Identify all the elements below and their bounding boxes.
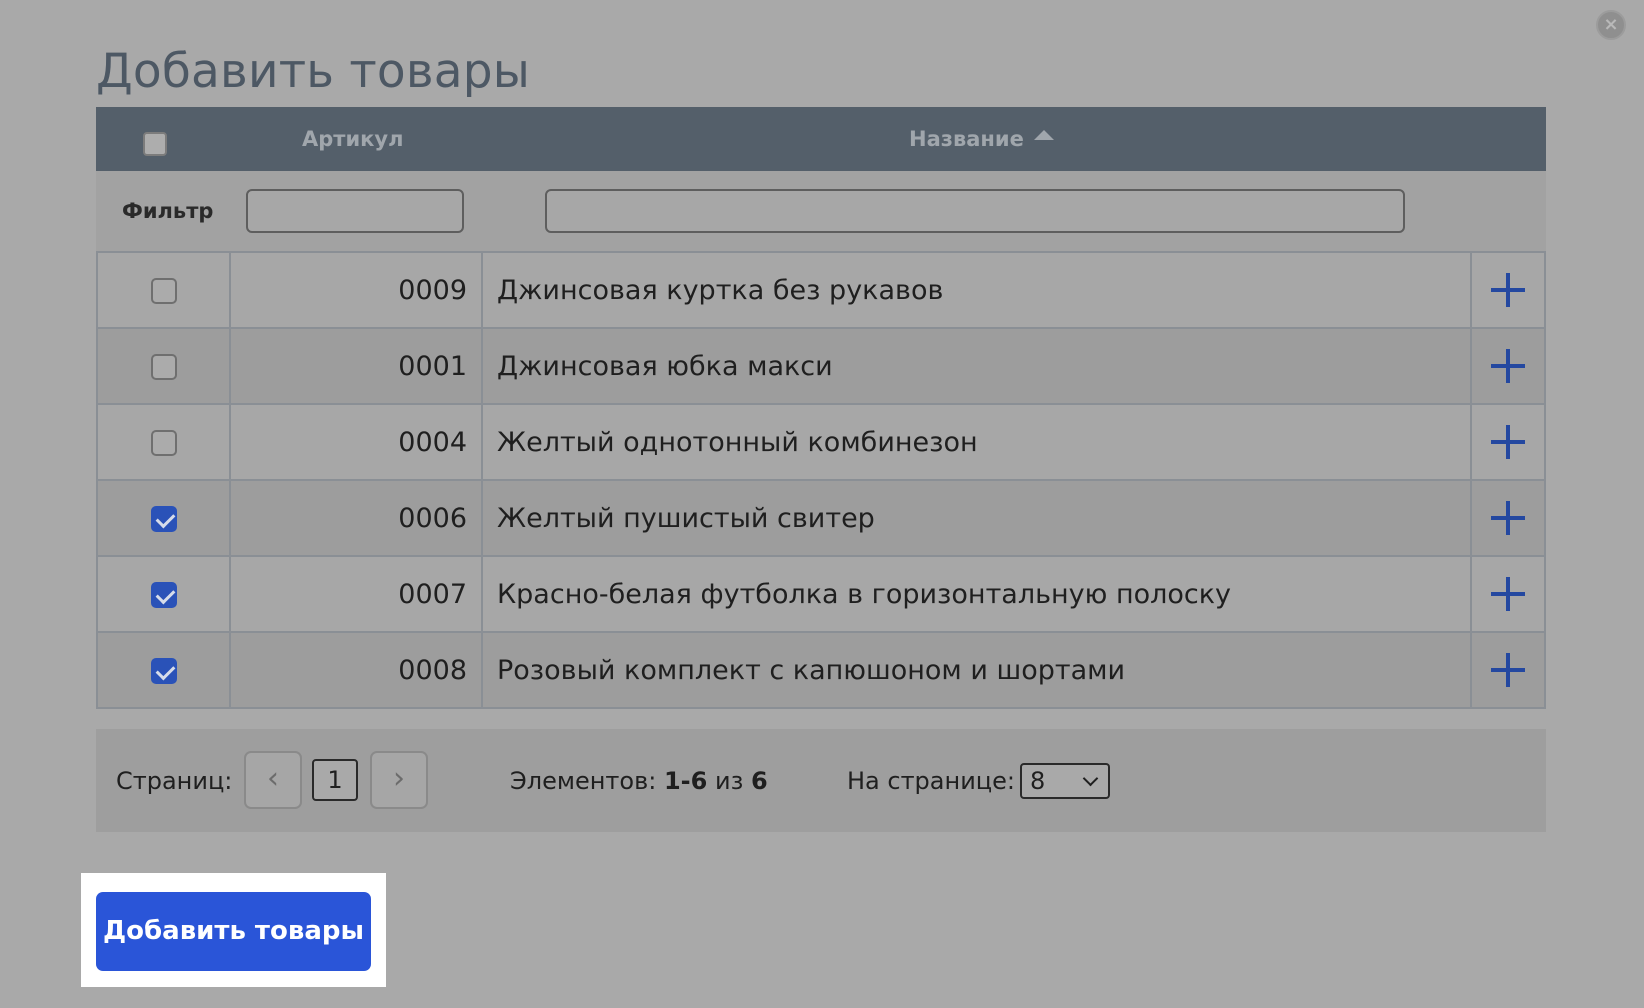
add-row-plus-icon[interactable] [1491, 273, 1525, 307]
per-page-value: 8 [1030, 767, 1046, 795]
chevron-left-icon[interactable]: ‹ [244, 751, 302, 809]
row-checkbox[interactable] [150, 582, 177, 608]
table-row: 0009 Джинсовая куртка без рукавов [96, 251, 1546, 329]
table-row: 0008 Розовый комплект с капюшоном и шорт… [96, 631, 1546, 709]
per-page-select[interactable]: 8 [1020, 763, 1110, 799]
filter-row: Фильтр [96, 171, 1546, 251]
items-total: 6 [750, 767, 768, 795]
filter-sku-input[interactable] [246, 189, 464, 233]
close-icon[interactable]: × [1596, 10, 1626, 40]
sku-cell: 0006 [229, 479, 483, 557]
filter-label: Фильтр [122, 199, 214, 223]
products-table: 0009 Джинсовая куртка без рукавов 0001 Д… [96, 251, 1546, 709]
add-row-plus-icon[interactable] [1491, 577, 1525, 611]
column-header-sku[interactable]: Артикул [302, 127, 404, 151]
table-row: 0007 Красно-белая футболка в горизонталь… [96, 555, 1546, 633]
chevron-right-icon[interactable]: › [370, 751, 428, 809]
column-header-sku-label: Артикул [302, 127, 404, 151]
grid-header: Артикул Название [96, 107, 1546, 171]
dialog-title: Добавить товары [96, 44, 531, 99]
add-row-plus-icon[interactable] [1491, 653, 1525, 687]
name-cell: Джинсовая куртка без рукавов [481, 251, 1472, 329]
add-row-plus-icon[interactable] [1491, 425, 1525, 459]
add-products-button[interactable]: Добавить товары [96, 892, 371, 971]
name-cell: Красно-белая футболка в горизонтальную п… [481, 555, 1472, 633]
items-summary: Элементов: 1-6 из 6 [510, 767, 768, 795]
items-range: 1-6 [663, 767, 708, 795]
products-grid: Артикул Название Фильтр 0009 Джинсовая к… [96, 107, 1546, 709]
sku-cell: 0007 [229, 555, 483, 633]
pages-label: Страниц: [116, 767, 233, 795]
sku-cell: 0001 [229, 327, 483, 405]
column-header-name[interactable]: Название [909, 127, 1054, 151]
row-checkbox[interactable] [150, 278, 177, 304]
row-checkbox[interactable] [150, 658, 177, 684]
table-row: 0001 Джинсовая юбка макси [96, 327, 1546, 405]
items-of: из [714, 767, 744, 795]
current-page-input[interactable]: 1 [312, 759, 358, 801]
sku-cell: 0008 [229, 631, 483, 709]
sku-cell: 0009 [229, 251, 483, 329]
items-label: Элементов: [510, 767, 657, 795]
row-checkbox[interactable] [150, 430, 177, 456]
row-checkbox[interactable] [150, 354, 177, 380]
add-row-plus-icon[interactable] [1491, 349, 1525, 383]
table-row: 0004 Желтый однотонный комбинезон [96, 403, 1546, 481]
row-checkbox[interactable] [150, 506, 177, 532]
add-row-plus-icon[interactable] [1491, 501, 1525, 535]
pagination-bar: Страниц: ‹ 1 › Элементов: 1-6 из 6 На ст… [96, 729, 1546, 832]
chevron-down-icon [1082, 770, 1099, 787]
per-page-label: На странице: [847, 767, 1015, 795]
column-header-name-label: Название [909, 127, 1024, 151]
name-cell: Розовый комплект с капюшоном и шортами [481, 631, 1472, 709]
table-row: 0006 Желтый пушистый свитер [96, 479, 1546, 557]
filter-name-input[interactable] [545, 189, 1405, 233]
sort-ascending-icon [1033, 130, 1054, 140]
sku-cell: 0004 [229, 403, 483, 481]
add-products-dialog: × Добавить товары Артикул Название Фильт… [0, 0, 1644, 1008]
name-cell: Желтый пушистый свитер [481, 479, 1472, 557]
name-cell: Джинсовая юбка макси [481, 327, 1472, 405]
select-all-checkbox[interactable] [143, 132, 167, 156]
name-cell: Желтый однотонный комбинезон [481, 403, 1472, 481]
